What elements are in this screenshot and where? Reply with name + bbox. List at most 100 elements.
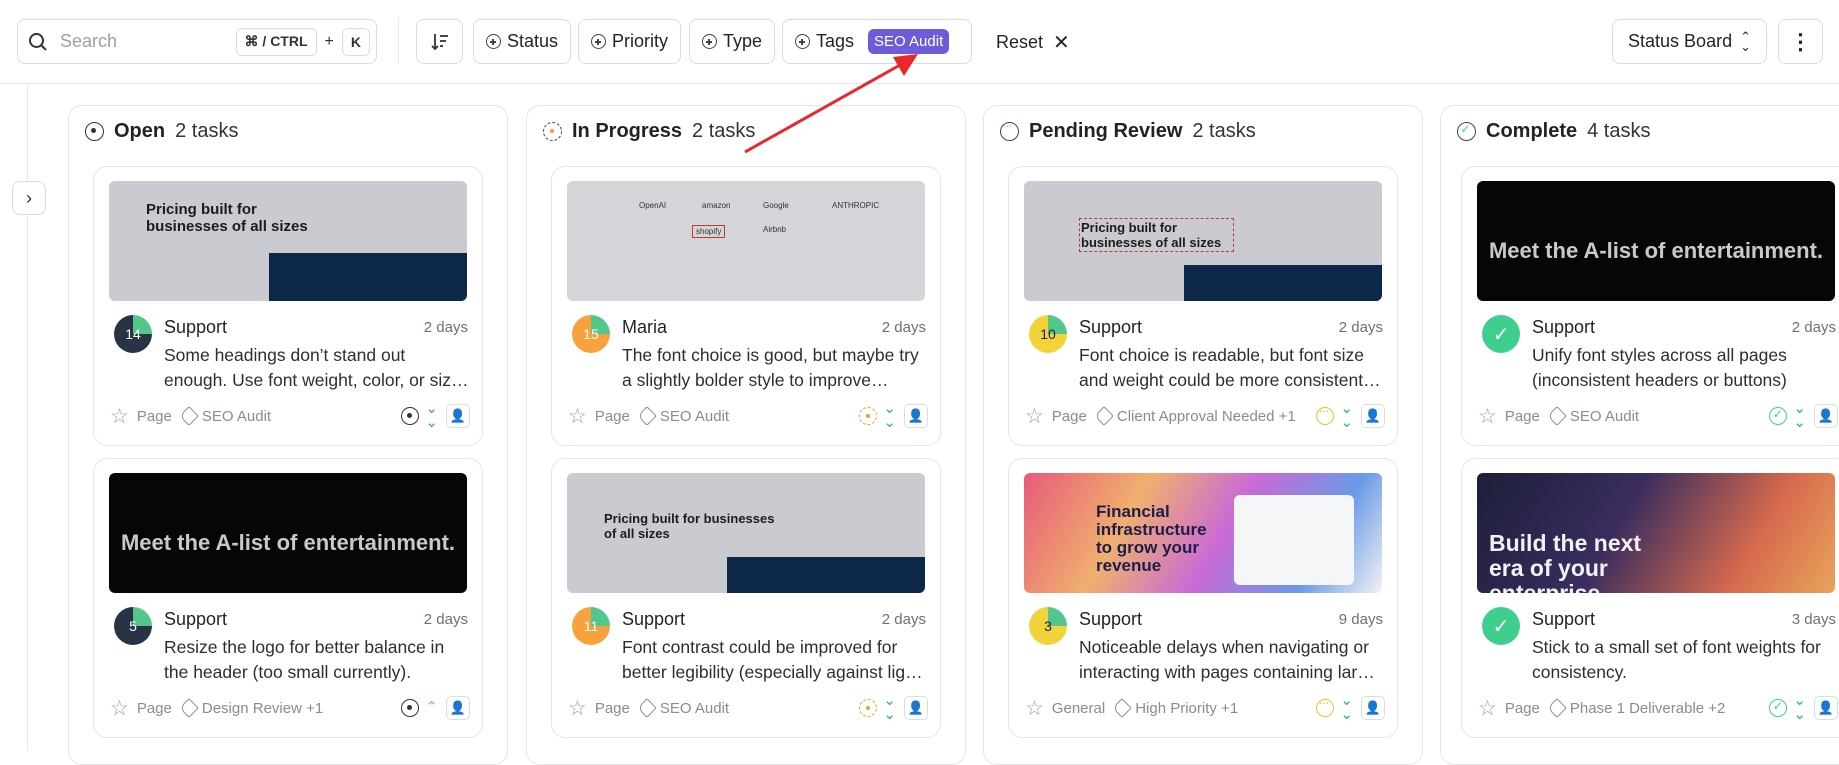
task-description: Stick to a small set of font weights for… xyxy=(1532,637,1821,682)
star-icon[interactable]: ☆ xyxy=(1478,696,1497,721)
card-meta: ☆ Page SEO Audit ⌄⌄ 👤 xyxy=(568,693,928,722)
pending-status-icon[interactable] xyxy=(1316,403,1335,425)
in-progress-status-icon[interactable] xyxy=(859,407,878,425)
assignee-placeholder-icon[interactable]: 👤 xyxy=(446,696,470,720)
low-priority-icon[interactable]: ⌄ ⌄ xyxy=(1793,693,1806,722)
check-icon: ✓ xyxy=(1482,607,1520,645)
star-icon[interactable]: ☆ xyxy=(568,696,587,721)
assignee-placeholder-icon[interactable]: 👤 xyxy=(904,404,928,428)
tag-icon xyxy=(1093,406,1114,426)
page-thumbnail: Financial infrastructure to grow your re… xyxy=(1024,473,1382,593)
complete-status-icon[interactable] xyxy=(1769,407,1788,425)
chevron-up-down-icon: ⌃ ⌄ xyxy=(1740,28,1751,54)
in-progress-status-icon[interactable] xyxy=(859,699,878,717)
tag-icon xyxy=(178,698,199,718)
assignee-placeholder-icon[interactable]: 👤 xyxy=(1361,696,1385,720)
shortcut-plus: + xyxy=(324,32,334,50)
tag-icon xyxy=(1546,406,1567,426)
task-age: 3 days xyxy=(1791,611,1836,628)
task-description: Font choice is readable, but font size a… xyxy=(1079,345,1368,390)
filter-type-button[interactable]: Type xyxy=(689,19,776,64)
reset-button[interactable]: Reset ✕ xyxy=(996,30,1070,55)
low-priority-icon[interactable]: ⌄ ⌄ xyxy=(883,693,896,722)
assignee-placeholder-icon[interactable]: 👤 xyxy=(1814,696,1838,720)
assignee-placeholder-icon[interactable]: 👤 xyxy=(446,404,470,428)
author-name: Support xyxy=(1532,609,1596,629)
task-description: Noticeable delays when navigating or int… xyxy=(1079,637,1377,682)
tag-icon xyxy=(636,406,657,426)
more-options-button[interactable]: ⋮ xyxy=(1778,19,1823,64)
filter-tags-button[interactable]: Tags SEO Audit xyxy=(782,19,972,64)
active-tag-chip[interactable]: SEO Audit xyxy=(868,29,950,54)
column-header: Complete 4 tasks xyxy=(1457,120,1650,143)
star-icon[interactable]: ☆ xyxy=(1025,696,1044,721)
open-status-icon[interactable] xyxy=(401,407,420,425)
view-select[interactable]: Status Board ⌃ ⌄ xyxy=(1612,19,1767,64)
star-icon[interactable]: ☆ xyxy=(568,404,587,429)
thumbnail-heading: Financial infrastructure to grow your re… xyxy=(1096,502,1207,575)
thumbnail-heading: Build the next era of your enterprise xyxy=(1489,530,1642,594)
task-tags: SEO Audit xyxy=(201,407,272,425)
task-age: 2 days xyxy=(1791,319,1836,336)
low-priority-icon[interactable]: ⌄ ⌄ xyxy=(1793,401,1806,430)
filter-status-button[interactable]: Status xyxy=(473,19,572,64)
column-count: 4 tasks xyxy=(1587,120,1651,142)
low-priority-icon[interactable]: ⌄ ⌄ xyxy=(883,401,896,430)
task-age: 2 days xyxy=(881,611,926,628)
thumbnail-heading: Meet the A-list of entertainment. xyxy=(120,530,456,555)
complete-status-icon[interactable] xyxy=(1769,699,1788,717)
assignee-placeholder-icon[interactable]: 👤 xyxy=(1814,404,1838,428)
low-priority-icon[interactable]: ⌄ ⌄ xyxy=(1340,693,1353,722)
task-card[interactable]: Meet the A-list of entertainment. ✓ Supp… xyxy=(1461,166,1839,446)
page-thumbnail: Pricing built for businesses of all size… xyxy=(1024,181,1382,301)
author-name: Support xyxy=(1079,609,1143,629)
task-card[interactable]: OpenAI amazon Google ANTHROPIC shopify A… xyxy=(551,166,941,446)
task-card[interactable]: Pricing built for businesses of all size… xyxy=(1008,166,1398,446)
pending-status-icon[interactable] xyxy=(1316,695,1335,717)
shortcut-modifier-key: ⌘ / CTRL xyxy=(235,27,317,56)
task-card[interactable]: Build the next era of your enterprise ✓ … xyxy=(1461,458,1839,738)
toolbar: Search ⌘ / CTRL + K Status Priority Type… xyxy=(0,0,1839,84)
search-box[interactable]: Search ⌘ / CTRL + K xyxy=(17,19,377,64)
open-status-icon[interactable] xyxy=(401,699,420,717)
logo-text: amazon xyxy=(702,201,731,210)
filter-tags-label: Tags xyxy=(816,31,855,51)
star-icon[interactable]: ☆ xyxy=(1478,404,1497,429)
task-number-avatar: 11 xyxy=(572,607,610,645)
column-title: In Progress xyxy=(572,120,683,142)
search-input[interactable]: Search xyxy=(60,31,236,52)
tag-icon xyxy=(636,698,657,718)
reset-label: Reset xyxy=(996,32,1044,52)
in-progress-status-icon xyxy=(543,122,562,141)
page-thumbnail: Pricing built for businesses of all size… xyxy=(109,181,467,301)
task-number-avatar: 14 xyxy=(114,315,152,353)
column-header: Pending Review 2 tasks xyxy=(1000,118,1256,143)
task-card[interactable]: Meet the A-list of entertainment. 5 Supp… xyxy=(93,458,483,738)
task-tags: High Priority +1 xyxy=(1135,699,1239,717)
task-number-avatar: 5 xyxy=(114,607,152,645)
task-age: 2 days xyxy=(881,319,926,336)
assignee-placeholder-icon[interactable]: 👤 xyxy=(904,696,928,720)
expand-sidebar-button[interactable]: › xyxy=(12,181,46,215)
star-icon[interactable]: ☆ xyxy=(110,404,129,429)
task-card[interactable]: Financial infrastructure to grow your re… xyxy=(1008,458,1398,738)
task-card[interactable]: Pricing built for businesses of all size… xyxy=(551,458,941,738)
star-icon[interactable]: ☆ xyxy=(110,696,129,721)
sort-button[interactable] xyxy=(416,19,463,64)
task-type: Page xyxy=(136,407,172,425)
star-icon[interactable]: ☆ xyxy=(1025,404,1044,429)
low-priority-icon[interactable]: ⌄ ⌄ xyxy=(425,401,438,430)
author-name: Support xyxy=(1079,317,1143,337)
task-type: Page xyxy=(1504,407,1540,425)
complete-status-icon xyxy=(1457,122,1476,141)
filter-priority-button[interactable]: Priority xyxy=(578,19,682,64)
page-thumbnail: OpenAI amazon Google ANTHROPIC shopify A… xyxy=(567,181,925,301)
task-card[interactable]: Pricing built for businesses of all size… xyxy=(93,166,483,446)
medium-priority-icon[interactable]: ⌃ xyxy=(425,700,438,715)
page-thumbnail: Build the next era of your enterprise xyxy=(1477,473,1835,593)
task-age: 9 days xyxy=(1338,611,1383,628)
assignee-placeholder-icon[interactable]: 👤 xyxy=(1361,404,1385,428)
logo-text: Google xyxy=(763,201,789,210)
low-priority-icon[interactable]: ⌄ ⌄ xyxy=(1340,401,1353,430)
task-description: Some headings don’t stand out enough. Us… xyxy=(164,345,461,390)
